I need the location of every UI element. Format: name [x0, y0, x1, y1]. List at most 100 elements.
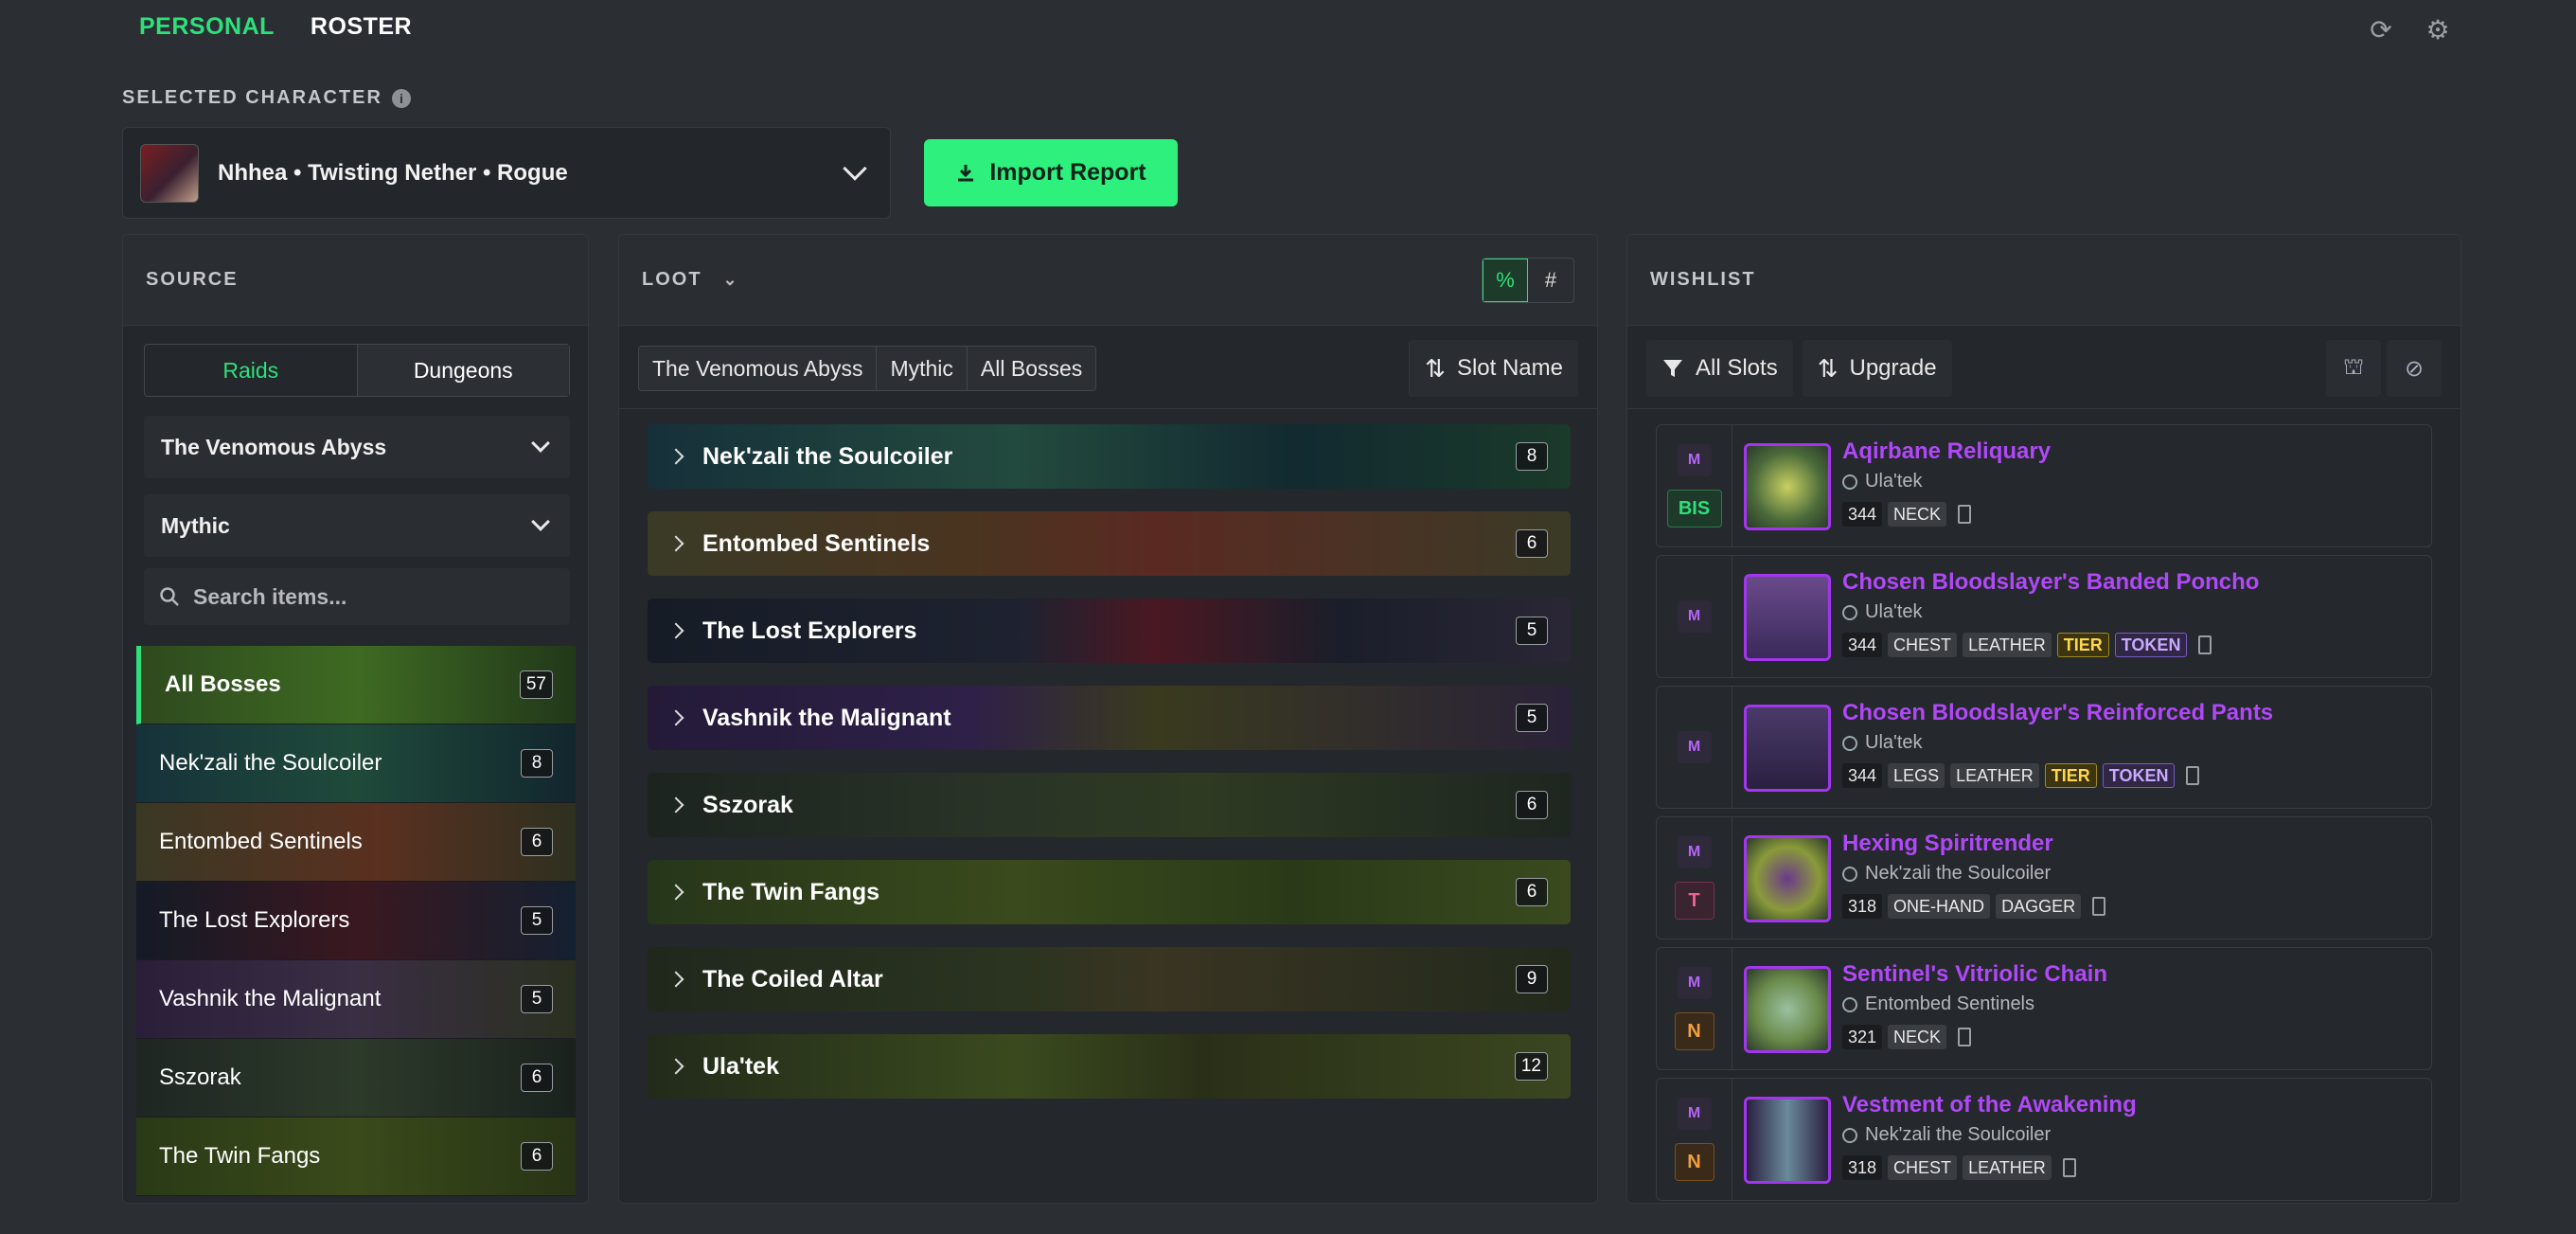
percent-toggle[interactable]: %	[1483, 259, 1528, 302]
source-title: SOURCE	[123, 235, 588, 326]
loot-row-count: 12	[1514, 1052, 1548, 1081]
wishlist-icons: ⛫ ⊘	[2326, 340, 2442, 397]
item-source: Entombed Sentinels	[1842, 993, 2107, 1015]
loot-row-name: The Twin Fangs	[702, 878, 880, 905]
loot-row-name: The Coiled Altar	[702, 965, 883, 993]
loot-rows: Nek'zali the Soulcoiler 8 Entombed Senti…	[648, 424, 1571, 1121]
sort-icon: ⇅	[1425, 353, 1446, 383]
item-source-text: Entombed Sentinels	[1865, 993, 2035, 1014]
sort-button[interactable]: ⇅ Slot Name	[1409, 340, 1578, 397]
filter-difficulty[interactable]: Mythic	[877, 347, 968, 390]
note-icon[interactable]	[1958, 505, 1972, 524]
boss-item-sszorak[interactable]: Sszorak 6	[136, 1039, 576, 1118]
item-badges: M	[1657, 687, 1732, 808]
need-badge: N	[1674, 1012, 1714, 1050]
boss-list: All Bosses 57 Nek'zali the Soulcoiler 8 …	[136, 646, 576, 1196]
chevron-right-icon	[667, 709, 684, 726]
item-icon	[1744, 443, 1831, 530]
info-icon[interactable]: i	[391, 88, 411, 108]
loot-row[interactable]: Ula'tek 12	[648, 1034, 1571, 1099]
source-tabs: Raids Dungeons	[144, 344, 570, 397]
wishlist-item[interactable]: M N Vestment of the Awakening Nek'zali t…	[1656, 1078, 2432, 1201]
wishlist-title: WISHLIST	[1627, 235, 2461, 326]
chevron-right-icon	[667, 884, 684, 901]
boss-item-entombed[interactable]: Entombed Sentinels 6	[136, 803, 576, 882]
collapse-all-icon[interactable]: ⌄	[723, 270, 737, 290]
wishlist-item[interactable]: M T Hexing Spiritrender Nek'zali the Sou…	[1656, 816, 2432, 939]
refresh-icon[interactable]: ⟳	[2366, 15, 2396, 45]
note-icon[interactable]	[2092, 897, 2106, 916]
item-source: Nek'zali the Soulcoiler	[1842, 863, 2105, 885]
character-avatar	[140, 143, 199, 203]
note-icon[interactable]	[2198, 635, 2212, 654]
loot-row[interactable]: Entombed Sentinels 6	[648, 511, 1571, 576]
import-report-button[interactable]: Import Report	[924, 139, 1178, 206]
boss-count: 8	[521, 749, 553, 778]
need-badge: N	[1674, 1143, 1714, 1181]
loot-row[interactable]: Sszorak 6	[648, 773, 1571, 837]
item-name[interactable]: Vestment of the Awakening	[1842, 1092, 2137, 1118]
armor-tag: LEATHER	[1963, 633, 2052, 657]
note-icon[interactable]	[1958, 1028, 1972, 1046]
nav-roster[interactable]: ROSTER	[311, 13, 412, 41]
wishlist-panel: WISHLIST All Slots ⇅ Upgrade ⛫ ⊘ M BIS A…	[1626, 234, 2461, 1204]
loot-row-name: Vashnik the Malignant	[702, 704, 951, 731]
top-nav: PERSONAL ROSTER	[139, 13, 412, 41]
tab-dungeons[interactable]: Dungeons	[356, 345, 569, 396]
slot-filter-button[interactable]: All Slots	[1646, 340, 1793, 397]
item-tags: 321 NECK	[1842, 1025, 2107, 1049]
wishlist-item[interactable]: M N Sentinel's Vitriolic Chain Entombed …	[1656, 947, 2432, 1070]
boss-name: Nek'zali the Soulcoiler	[159, 750, 382, 776]
boss-name: The Lost Explorers	[159, 907, 350, 933]
instance-select[interactable]: The Venomous Abyss	[144, 416, 570, 478]
filter-instance[interactable]: The Venomous Abyss	[639, 347, 878, 390]
loot-row[interactable]: The Lost Explorers 5	[648, 599, 1571, 663]
loot-panel: LOOT ⌄ % # The Venomous Abyss Mythic All…	[618, 234, 1598, 1204]
item-name[interactable]: Chosen Bloodslayer's Reinforced Pants	[1842, 700, 2273, 726]
wishlist-items: M BIS Aqirbane Reliquary Ula'tek 344 NEC…	[1656, 424, 2432, 1203]
loot-row[interactable]: The Twin Fangs 6	[648, 860, 1571, 924]
tab-raids[interactable]: Raids	[145, 345, 357, 396]
note-icon[interactable]	[2062, 1158, 2076, 1177]
item-name[interactable]: Sentinel's Vitriolic Chain	[1842, 961, 2107, 988]
note-icon[interactable]	[2186, 766, 2200, 785]
boss-item-lost-explorers[interactable]: The Lost Explorers 5	[136, 882, 576, 960]
item-badges: M N	[1657, 948, 1732, 1069]
loot-row[interactable]: Vashnik the Malignant 5	[648, 686, 1571, 750]
boss-count: 6	[521, 1142, 553, 1171]
wishlist-item[interactable]: M Chosen Bloodslayer's Reinforced Pants …	[1656, 686, 2432, 809]
boss-item-vashnik[interactable]: Vashnik the Malignant 5	[136, 960, 576, 1039]
boss-item-twin-fangs[interactable]: The Twin Fangs 6	[136, 1118, 576, 1196]
armor-tag: LEATHER	[1950, 763, 2039, 788]
gear-icon[interactable]: ⚙	[2423, 15, 2453, 45]
upgrade-sort-button[interactable]: ⇅ Upgrade	[1802, 340, 1952, 397]
character-select[interactable]: Nhhea • Twisting Nether • Rogue	[122, 127, 891, 219]
filter-boss[interactable]: All Bosses	[967, 347, 1096, 390]
count-toggle[interactable]: #	[1528, 259, 1573, 302]
chevron-right-icon	[667, 448, 684, 465]
boss-count: 6	[521, 828, 553, 856]
loot-row-count: 5	[1516, 704, 1548, 732]
difficulty-select[interactable]: Mythic	[144, 494, 570, 557]
loot-row[interactable]: Nek'zali the Soulcoiler 8	[648, 424, 1571, 489]
weapon-type-tag: DAGGER	[1996, 894, 2082, 919]
loot-title: LOOT	[642, 269, 702, 290]
loot-row[interactable]: The Coiled Altar 9	[648, 947, 1571, 1011]
tier-tag: TIER	[2056, 633, 2109, 657]
boss-item-all[interactable]: All Bosses 57	[136, 646, 576, 724]
eye-off-icon[interactable]: ⊘	[2387, 340, 2442, 397]
item-icon	[1744, 835, 1831, 922]
vault-icon[interactable]: ⛫	[2326, 340, 2381, 397]
boss-item-nekzali[interactable]: Nek'zali the Soulcoiler 8	[136, 724, 576, 803]
boss-count: 5	[521, 985, 553, 1013]
item-name[interactable]: Chosen Bloodslayer's Banded Poncho	[1842, 569, 2259, 596]
search-input[interactable]	[193, 583, 555, 610]
wishlist-item[interactable]: M Chosen Bloodslayer's Banded Poncho Ula…	[1656, 555, 2432, 678]
boss-icon	[1842, 866, 1857, 882]
item-name[interactable]: Hexing Spiritrender	[1842, 831, 2105, 857]
item-name[interactable]: Aqirbane Reliquary	[1842, 438, 2051, 465]
boss-count: 5	[521, 906, 553, 935]
nav-personal[interactable]: PERSONAL	[139, 13, 275, 41]
loot-row-count: 9	[1516, 965, 1548, 993]
wishlist-item[interactable]: M BIS Aqirbane Reliquary Ula'tek 344 NEC…	[1656, 424, 2432, 547]
